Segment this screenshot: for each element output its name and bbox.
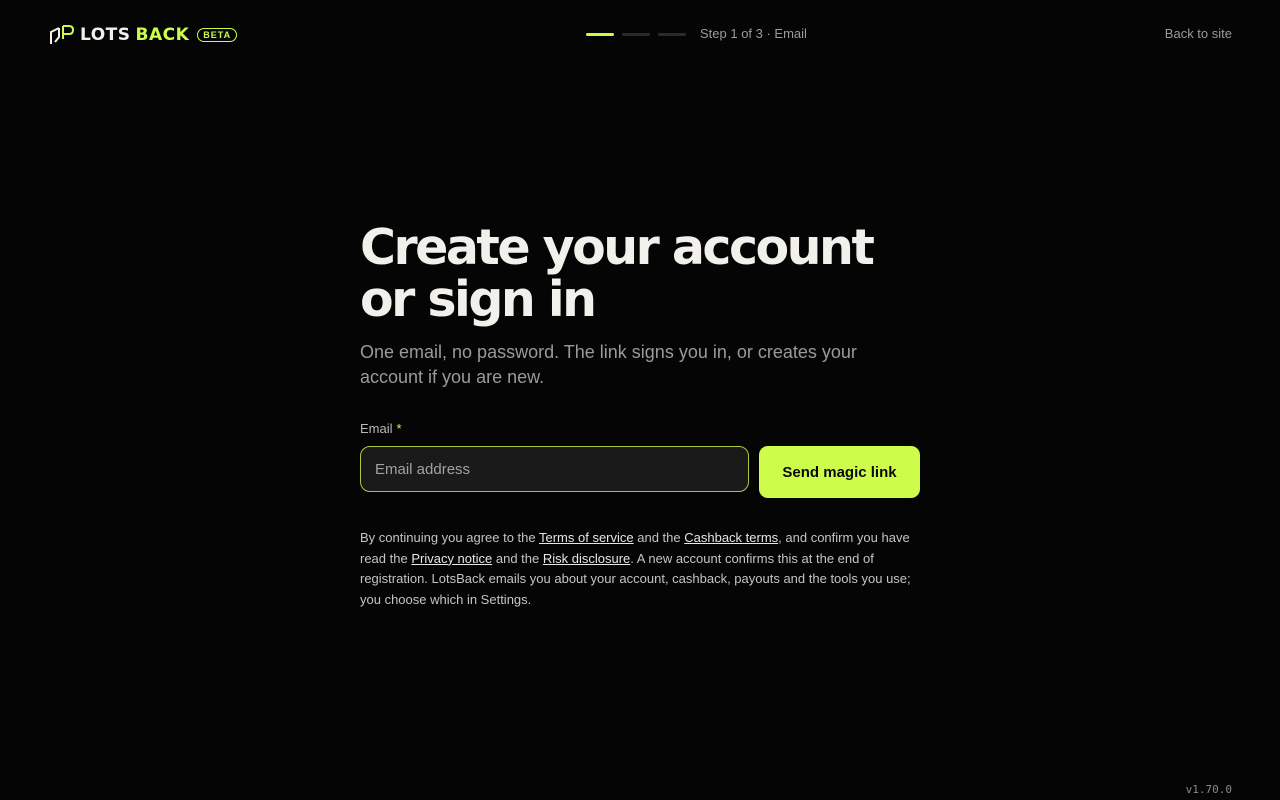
legal-text-4: and the (492, 550, 543, 566)
wordmark-lots: LOTS (80, 25, 131, 45)
progress-segment-2 (622, 32, 650, 36)
required-marker: * (396, 421, 402, 436)
app-version: v1.70.0 (1185, 783, 1232, 796)
page-title: Create your account or sign in (360, 219, 875, 328)
signup-form-section: Create your account or sign in One email… (360, 222, 920, 611)
risk-disclosure-link[interactable]: Risk disclosure (543, 551, 630, 566)
legal-text-2: and the (633, 530, 685, 545)
email-label-text: Email (360, 421, 393, 436)
email-form-row: Send magic link (360, 446, 920, 498)
back-to-site-link[interactable]: Back to site (1165, 25, 1232, 43)
signup-page: LOTS BACK BETA Step 1 of 3 · Email Back … (0, 0, 1280, 800)
wordmark-back: BACK (135, 25, 190, 45)
privacy-notice-link[interactable]: Privacy notice (411, 551, 492, 566)
send-magic-link-button[interactable]: Send magic link (759, 446, 920, 498)
legal-notice: By continuing you agree to the Terms of … (360, 528, 922, 611)
step-label: Step 1 of 3 · Email (700, 26, 807, 41)
step-progress: Step 1 of 3 · Email (586, 24, 807, 44)
brand[interactable]: LOTS BACK BETA (50, 24, 238, 46)
page-subtitle: One email, no password. The link signs y… (360, 342, 857, 387)
email-input[interactable] (360, 446, 749, 492)
beta-badge: BETA (197, 28, 238, 42)
email-label: Email * (360, 420, 920, 438)
cashback-terms-link[interactable]: Cashback terms (684, 530, 778, 545)
lotsback-logo-icon (50, 25, 74, 44)
legal-text-1: By continuing you agree to the (360, 530, 539, 545)
progress-segment-1 (586, 32, 614, 36)
top-bar: LOTS BACK BETA Step 1 of 3 · Email Back … (0, 0, 1280, 70)
terms-of-service-link[interactable]: Terms of service (539, 530, 634, 545)
progress-segment-3 (658, 32, 686, 36)
